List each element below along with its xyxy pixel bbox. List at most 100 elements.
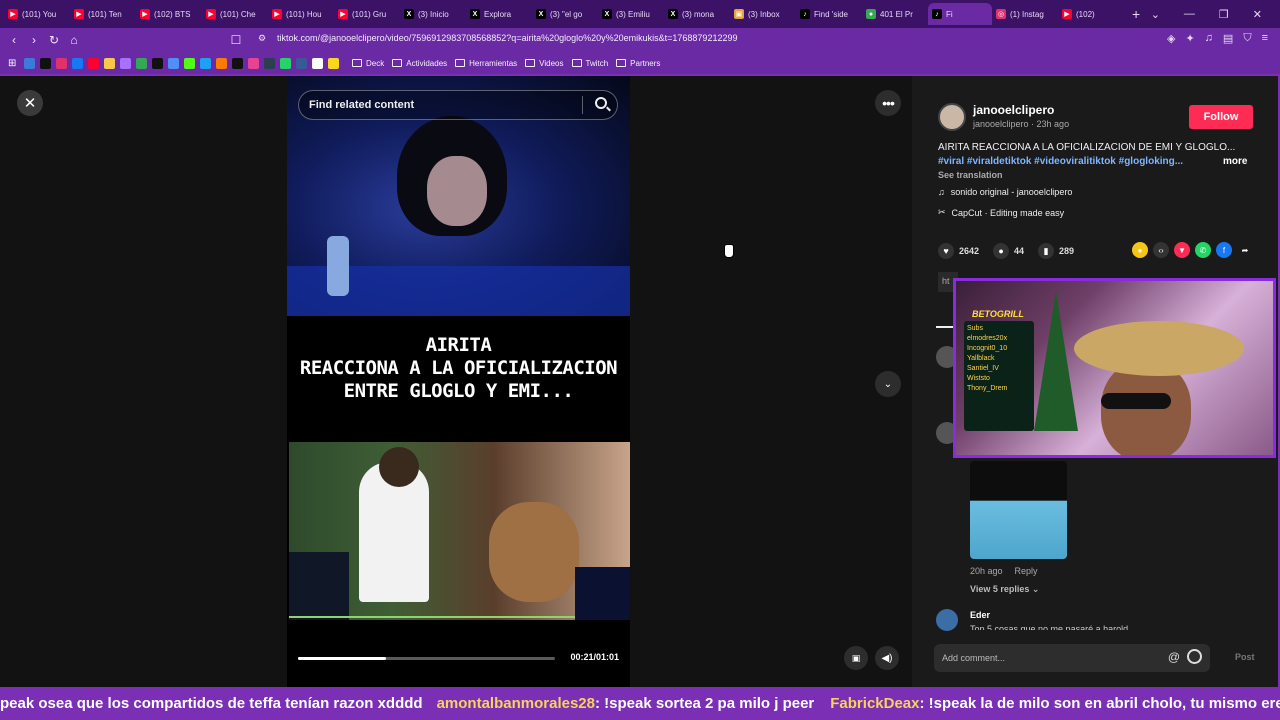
follow-button[interactable]: Follow <box>1189 105 1253 129</box>
site-info-icon[interactable]: ⚙ <box>258 33 266 44</box>
bookmark-favicon[interactable] <box>168 57 179 69</box>
browser-tab[interactable]: ◎ (1) Instag <box>992 3 1058 25</box>
forward-button[interactable]: › <box>24 33 44 47</box>
back-button[interactable]: ‹ <box>4 33 24 47</box>
mention-icon[interactable]: @ <box>1168 650 1180 664</box>
browser-tab[interactable]: ♪ Find 'side <box>796 3 862 25</box>
browser-tab[interactable]: ♪ Fi <box>928 3 992 25</box>
bookmark-favicon[interactable] <box>184 57 195 69</box>
close-window-button[interactable]: ✕ <box>1253 8 1262 21</box>
browser-tab[interactable]: ▶ (102) <box>1058 3 1124 25</box>
caption-line: AIRITA <box>425 334 492 356</box>
menu-icon[interactable]: ≡ <box>1262 32 1268 45</box>
bookmark-favicon[interactable] <box>24 57 35 69</box>
bookmark-favicon[interactable] <box>312 57 323 69</box>
bookmark-favicon[interactable] <box>328 57 339 69</box>
view-replies-link[interactable]: View 5 replies ⌄ <box>970 584 1039 595</box>
comment-image[interactable] <box>970 461 1067 559</box>
home-button[interactable]: ⌂ <box>64 33 84 47</box>
coin-icon[interactable]: ● <box>1132 242 1148 258</box>
bookmark-folder[interactable]: Partners <box>616 59 660 68</box>
bookmark-favicon[interactable] <box>152 57 163 69</box>
browser-tab[interactable]: ▣ (3) Inbox <box>730 3 796 25</box>
search-input[interactable]: Find related content <box>298 90 618 120</box>
avatar[interactable] <box>938 103 966 131</box>
save-button[interactable]: ▮ 289 <box>1038 243 1074 259</box>
browser-tab[interactable]: ▶ (101) Ten <box>70 3 136 25</box>
bookmark-favicon[interactable] <box>248 57 259 69</box>
maximize-button[interactable]: ❐ <box>1219 8 1229 21</box>
browser-tab[interactable]: ▶ (101) Hou <box>268 3 334 25</box>
reply-link[interactable]: Reply <box>1015 566 1038 576</box>
puzzle-icon[interactable]: ✦ <box>1185 32 1194 45</box>
minimize-button[interactable]: — <box>1184 8 1195 20</box>
chevron-down-icon[interactable]: ⌄ <box>1151 8 1160 21</box>
browser-tab[interactable]: X (3) mona <box>664 3 730 25</box>
bookmark-favicon[interactable] <box>264 57 275 69</box>
bookmark-folder[interactable]: Twitch <box>571 59 608 68</box>
browser-tab[interactable]: ▶ (101) You <box>4 3 70 25</box>
new-tab-button[interactable]: + <box>1132 6 1140 22</box>
bookmark-favicon[interactable] <box>296 57 307 69</box>
comment-avatar[interactable] <box>936 609 958 631</box>
more-link[interactable]: more <box>1223 156 1247 167</box>
see-translation-link[interactable]: See translation <box>938 170 1003 180</box>
apps-icon[interactable]: ⊞ <box>8 58 19 69</box>
like-button[interactable]: ♥ 2642 <box>938 243 979 259</box>
browser-tab[interactable]: ● 401 El Pr <box>862 3 928 25</box>
bookmark-favicon[interactable] <box>120 57 131 69</box>
comment-button[interactable]: ● 44 <box>993 243 1024 259</box>
bookmark-favicon[interactable] <box>280 57 291 69</box>
shield-icon[interactable]: ⛉ <box>1243 32 1251 45</box>
bookmark-favicon[interactable] <box>88 57 99 69</box>
bookmark-favicon[interactable] <box>104 57 115 69</box>
comment-placeholder: Add comment... <box>942 653 1006 663</box>
music-icon[interactable]: ♫ <box>1205 32 1213 45</box>
post-hashtags[interactable]: #viral #viraldetiktok #videoviralitiktok… <box>938 156 1202 167</box>
share-arrow-icon[interactable]: ➦ <box>1237 242 1253 258</box>
comment-author[interactable]: Eder <box>970 610 990 620</box>
browser-tab[interactable]: ▶ (102) BTS <box>136 3 202 25</box>
browser-tab[interactable]: X (3) Emiliu <box>598 3 664 25</box>
comment-input[interactable]: Add comment... @ <box>934 644 1210 672</box>
picture-in-picture-button[interactable]: ▣ <box>844 646 868 670</box>
bookmark-favicon[interactable] <box>136 57 147 69</box>
author-name[interactable]: janooelclipero <box>973 103 1054 117</box>
video-progress-bar[interactable] <box>298 657 555 660</box>
bookmark-folder[interactable]: Deck <box>352 59 384 68</box>
browser-tab[interactable]: X Explora <box>466 3 532 25</box>
facebook-icon[interactable]: f <box>1216 242 1232 258</box>
url-field[interactable]: tiktok.com/@janooelclipero/video/7596912… <box>277 33 737 43</box>
wallet-icon[interactable]: ▤ <box>1223 32 1233 45</box>
bookmark-favicon[interactable] <box>216 57 227 69</box>
whatsapp-icon[interactable]: ✆ <box>1195 242 1211 258</box>
bookmark-favicon[interactable] <box>56 57 67 69</box>
reload-button[interactable]: ↻ <box>44 33 64 47</box>
video-player[interactable]: AIRITA REACCIONA A LA OFICIALIZACION ENT… <box>287 76 630 687</box>
browser-tab[interactable]: ▶ (101) Che <box>202 3 268 25</box>
sound-row[interactable]: ♫ sonido original - janooelclipero <box>938 187 1072 197</box>
capcut-row[interactable]: ✂ CapCut · Editing made easy <box>938 207 1064 218</box>
tab-label: (101) You <box>22 9 57 19</box>
post-comment-button[interactable]: Post <box>1235 652 1255 662</box>
send-icon[interactable]: ▼ <box>1174 242 1190 258</box>
bookmark-folder[interactable]: Videos <box>525 59 564 68</box>
bookmark-icon[interactable]: ☐ <box>226 33 246 47</box>
embed-icon[interactable]: ‹› <box>1153 242 1169 258</box>
extension-icon[interactable]: ◈ <box>1167 32 1175 45</box>
bookmark-favicon[interactable] <box>200 57 211 69</box>
browser-tab[interactable]: X (3) "el go <box>532 3 598 25</box>
emoji-icon[interactable] <box>1187 649 1202 664</box>
bookmark-favicon[interactable] <box>232 57 243 69</box>
close-viewer-button[interactable]: ✕ <box>17 90 43 116</box>
volume-button[interactable]: ◀) <box>875 646 899 670</box>
browser-tab[interactable]: X (3) Inicio <box>400 3 466 25</box>
more-options-button[interactable]: ••• <box>875 90 901 116</box>
next-video-button[interactable]: ⌄ <box>875 371 901 397</box>
bookmark-favicon[interactable] <box>40 57 51 69</box>
search-icon[interactable] <box>595 97 607 109</box>
browser-tab[interactable]: ▶ (101) Gru <box>334 3 400 25</box>
bookmark-folder[interactable]: Herramientas <box>455 59 517 68</box>
bookmark-favicon[interactable] <box>72 57 83 69</box>
bookmark-folder[interactable]: Actividades <box>392 59 447 68</box>
